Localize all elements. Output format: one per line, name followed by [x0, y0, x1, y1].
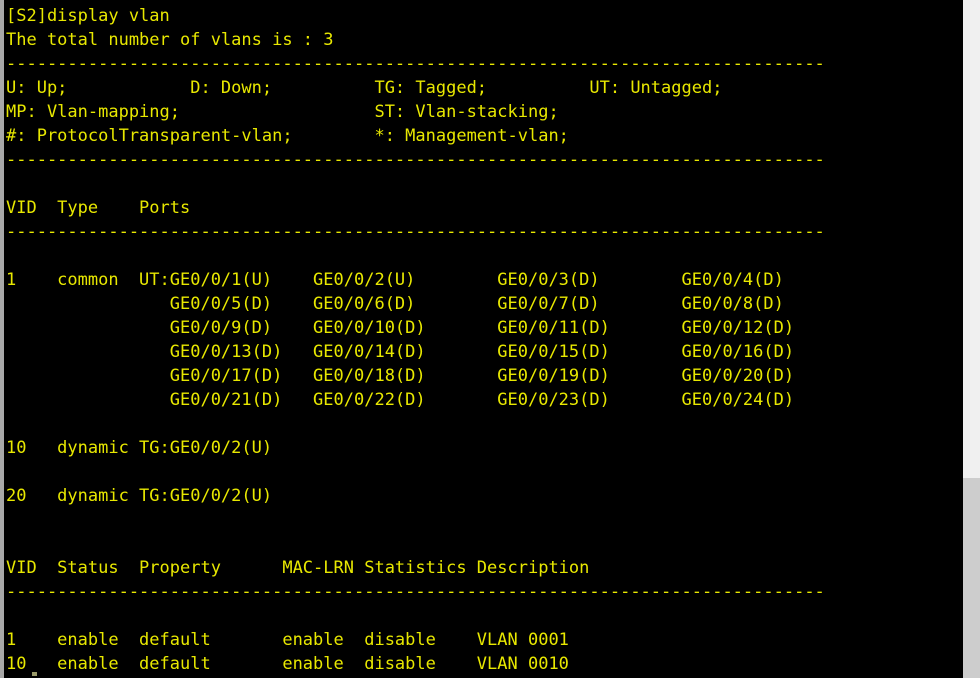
legend-row-1: U: Up; D: Down; TG: Tagged; UT: Untagged…: [4, 76, 980, 100]
separator-rule-1: ----------------------------------------…: [4, 52, 980, 76]
console-output-area[interactable]: [S2]display vlan The total number of vla…: [4, 0, 980, 678]
text-cursor: [32, 672, 37, 676]
vlan-total-summary: The total number of vlans is : 3: [4, 28, 980, 52]
console-blank-line-1: [4, 172, 980, 196]
ports-row-vid1-line2: GE0/0/5(D) GE0/0/6(D) GE0/0/7(D) GE0/0/8…: [4, 292, 980, 316]
ports-row-vid1-line5: GE0/0/17(D) GE0/0/18(D) GE0/0/19(D) GE0/…: [4, 364, 980, 388]
console-blank-line-6: [4, 532, 980, 556]
ports-table-header: VID Type Ports: [4, 196, 980, 220]
command-prompt-line: [S2]display vlan: [4, 4, 980, 28]
detail-row-vid10: 10 enable default enable disable VLAN 00…: [4, 652, 980, 676]
legend-row-2: MP: Vlan-mapping; ST: Vlan-stacking;: [4, 100, 980, 124]
detail-row-vid1: 1 enable default enable disable VLAN 000…: [4, 628, 980, 652]
ports-row-vid1-line3: GE0/0/9(D) GE0/0/10(D) GE0/0/11(D) GE0/0…: [4, 316, 980, 340]
separator-rule-2: ----------------------------------------…: [4, 148, 980, 172]
console-blank-line-7: [4, 604, 980, 628]
console-blank-line-4: [4, 460, 980, 484]
vertical-scrollbar[interactable]: [963, 0, 980, 678]
ports-row-vid10: 10 dynamic TG:GE0/0/2(U): [4, 436, 980, 460]
ports-row-vid1-line1: 1 common UT:GE0/0/1(U) GE0/0/2(U) GE0/0/…: [4, 268, 980, 292]
terminal-window: [S2]display vlan The total number of vla…: [0, 0, 980, 678]
detail-table-header: VID Status Property MAC-LRN Statistics D…: [4, 556, 980, 580]
console-blank-line-3: [4, 412, 980, 436]
ports-row-vid1-line6: GE0/0/21(D) GE0/0/22(D) GE0/0/23(D) GE0/…: [4, 388, 980, 412]
separator-rule-4: ----------------------------------------…: [4, 580, 980, 604]
scrollbar-thumb[interactable]: [963, 478, 980, 678]
console-blank-line-5: [4, 508, 980, 532]
ports-row-vid1-line4: GE0/0/13(D) GE0/0/14(D) GE0/0/15(D) GE0/…: [4, 340, 980, 364]
legend-row-3: #: ProtocolTransparent-vlan; *: Manageme…: [4, 124, 980, 148]
separator-rule-3: ----------------------------------------…: [4, 220, 980, 244]
console-blank-line-2: [4, 244, 980, 268]
ports-row-vid20: 20 dynamic TG:GE0/0/2(U): [4, 484, 980, 508]
console-text-buffer: [S2]display vlan The total number of vla…: [4, 0, 980, 678]
